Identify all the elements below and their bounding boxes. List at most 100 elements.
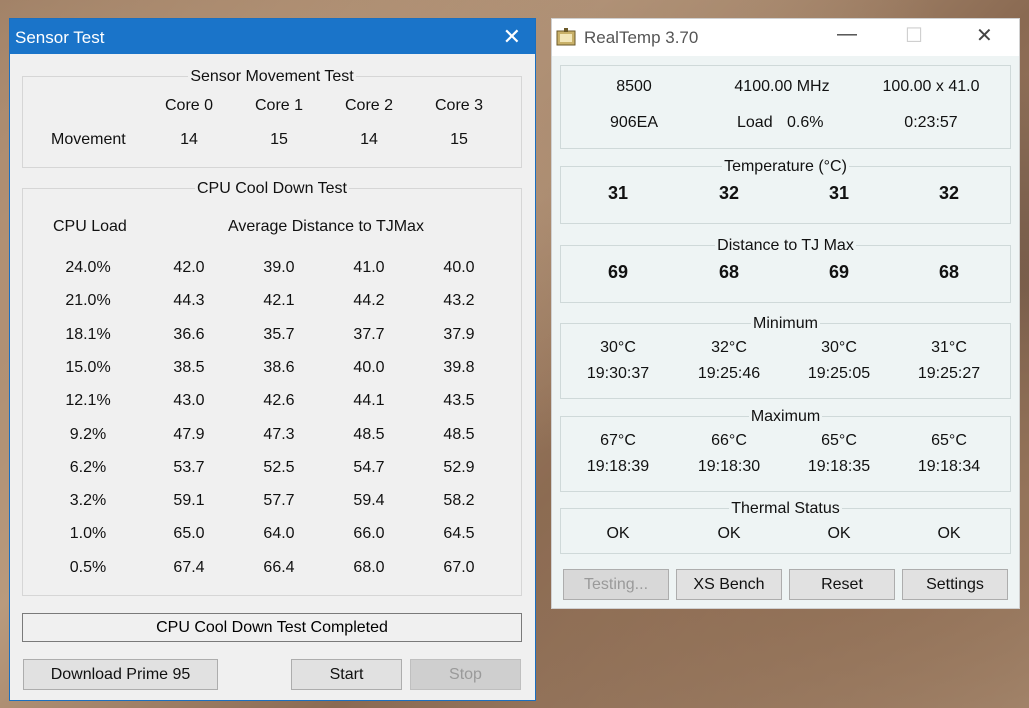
average-distance-header: Average Distance to TJMax [228,218,424,235]
temperature-group: Temperature (°C) 31 32 31 32 [560,158,1011,224]
cpu-load-cell: 9.2% [69,425,107,443]
distance-cell: 47.3 [263,425,295,443]
min-time: 19:30:37 [586,365,650,382]
cpu-load-cell: 3.2% [69,492,107,510]
settings-button[interactable]: Settings [902,569,1008,600]
sensor-test-window: Sensor Test ✕ Sensor Movement Test Core … [9,18,536,701]
cpu-frequency: 4100.00 MHz [734,78,830,95]
reset-button[interactable]: Reset [789,569,895,600]
realtemp-app-icon [556,28,576,46]
distance-cell: 66.0 [353,525,385,543]
movement-label: Movement [51,131,126,148]
start-button[interactable]: Start [291,659,402,690]
thermal-status-value: OK [827,525,851,542]
group-title: Maximum [748,408,823,425]
core-distance: 69 [828,262,850,282]
maximize-icon[interactable]: ☐ [905,23,923,48]
distance-cell: 40.0 [443,259,475,276]
distance-cell: 42.6 [263,392,295,410]
distance-cell: 54.7 [353,458,385,476]
cpu-load-cell: 15.0% [65,358,111,376]
distance-cell: 43.5 [443,392,475,410]
core-header: Core 0 [164,97,214,114]
min-temp: 32°C [711,339,747,356]
distance-cell: 47.9 [173,425,205,443]
distance-cell: 64.5 [443,525,475,543]
cpu-load-cell: 24.0% [65,259,111,276]
max-time: 19:18:35 [807,458,871,475]
core-header: Core 3 [434,97,484,114]
distance-cell: 42.0 [173,259,205,276]
core-temperature: 32 [718,183,740,203]
distance-cell: 39.8 [443,358,475,376]
min-time: 19:25:27 [917,365,981,382]
min-temp: 31°C [931,339,967,356]
group-title: Temperature (°C) [722,158,849,175]
distance-cell: 48.5 [353,425,385,443]
max-temp: 67°C [600,432,636,449]
distance-cell: 66.4 [263,558,295,576]
xs-bench-button[interactable]: XS Bench [676,569,782,600]
distance-cell: 64.0 [263,525,295,543]
cpu-multiplier: 100.00 x 41.0 [882,78,980,95]
group-title: Minimum [751,315,820,332]
thermal-status-value: OK [717,525,741,542]
min-temp: 30°C [821,339,857,356]
core-temperature: 31 [607,183,629,203]
stop-button[interactable]: Stop [410,659,521,690]
load-label: Load [737,114,773,131]
distance-cell: 44.1 [353,392,385,410]
cpu-load-cell: 0.5% [69,558,107,576]
distance-cell: 68.0 [353,558,385,576]
max-temp: 66°C [711,432,747,449]
distance-cell: 53.7 [173,458,205,476]
distance-cell: 39.0 [263,259,295,276]
realtemp-title-bar: RealTemp 3.70 — ☐ ✕ [552,19,1019,56]
core-distance: 68 [938,262,960,282]
window-title: RealTemp 3.70 [584,28,699,47]
movement-value: 15 [270,131,288,148]
distance-cell: 43.2 [443,292,475,310]
close-icon[interactable]: ✕ [976,23,993,48]
distance-cell: 67.0 [443,558,475,576]
cpuid: 906EA [609,114,659,131]
distance-cell: 42.1 [263,292,295,310]
minimize-icon[interactable]: — [837,23,857,46]
distance-cell: 37.7 [353,325,385,343]
distance-cell: 57.7 [263,492,295,510]
cpu-load-cell: 18.1% [65,325,111,343]
thermal-status-value: OK [606,525,630,542]
cpu-load-cell: 1.0% [69,525,107,543]
distance-cell: 37.9 [443,325,475,343]
distance-cell: 44.2 [353,292,385,310]
min-time: 19:25:46 [697,365,761,382]
cpu-info-group: 8500 4100.00 MHz 100.00 x 41.0 906EA Loa… [560,65,1011,149]
status-box: CPU Cool Down Test Completed [22,613,522,642]
movement-value: 14 [180,131,198,148]
movement-value: 14 [360,131,378,148]
uptime: 0:23:57 [904,114,958,131]
close-icon[interactable]: ✕ [503,24,521,50]
cpu-cool-down-group: CPU Cool Down Test CPU Load Average Dist… [22,180,522,596]
core-distance: 69 [607,262,629,282]
cpu-model: 8500 [616,78,652,95]
distance-cell: 59.1 [173,492,205,510]
distance-cell: 38.6 [263,358,295,376]
min-temp: 30°C [600,339,636,356]
max-temp: 65°C [931,432,967,449]
distance-cell: 48.5 [443,425,475,443]
distance-cell: 65.0 [173,525,205,543]
distance-cell: 52.5 [263,458,295,476]
testing-button[interactable]: Testing... [563,569,669,600]
download-prime95-button[interactable]: Download Prime 95 [23,659,218,690]
cpu-load-cell: 6.2% [69,458,107,476]
group-title: Thermal Status [729,500,842,517]
movement-value: 15 [450,131,468,148]
cpu-load-cell: 12.1% [65,392,111,410]
window-title: Sensor Test [15,28,105,47]
cpu-load-header: CPU Load [53,218,127,235]
realtemp-window: RealTemp 3.70 — ☐ ✕ 8500 4100.00 MHz 100… [551,18,1020,609]
core-header: Core 2 [344,97,394,114]
max-time: 19:18:39 [586,458,650,475]
thermal-status-group: Thermal Status OK OK OK OK [560,500,1011,554]
